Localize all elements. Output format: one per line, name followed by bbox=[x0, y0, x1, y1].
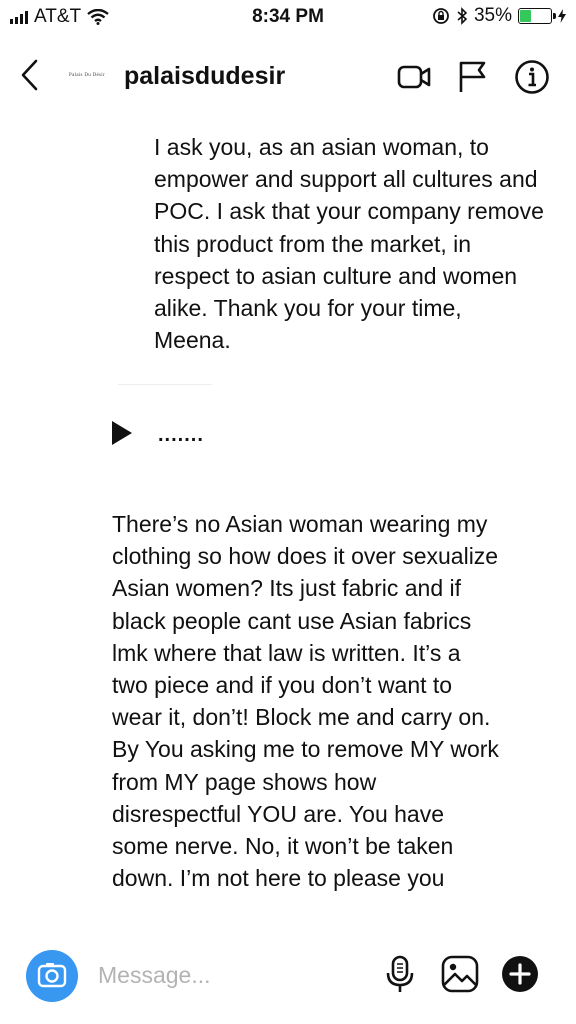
message-input[interactable]: Message... bbox=[98, 962, 211, 989]
divider bbox=[118, 384, 212, 385]
flag-icon[interactable] bbox=[454, 59, 490, 95]
message-composer: Message... bbox=[0, 938, 576, 1024]
battery-icon bbox=[518, 8, 556, 24]
play-icon[interactable] bbox=[112, 421, 132, 445]
video-call-icon[interactable] bbox=[396, 59, 432, 95]
outgoing-message-text[interactable]: I ask you, as an asian woman, to empower… bbox=[154, 131, 544, 356]
orientation-lock-icon bbox=[433, 8, 449, 24]
voice-message[interactable]: ....... bbox=[86, 408, 246, 456]
battery-percent: 35% bbox=[473, 5, 512, 26]
waveform-dots: ....... bbox=[158, 424, 204, 446]
profile-logo[interactable]: Palais Du Désir bbox=[64, 68, 110, 84]
charging-icon bbox=[558, 9, 566, 23]
camera-button[interactable] bbox=[26, 950, 78, 1002]
add-icon[interactable] bbox=[500, 954, 540, 994]
bluetooth-icon bbox=[457, 7, 468, 25]
camera-icon bbox=[37, 963, 67, 988]
gallery-icon[interactable] bbox=[440, 954, 480, 994]
back-chevron-icon[interactable] bbox=[16, 57, 46, 93]
status-right: 35% bbox=[432, 5, 566, 27]
incoming-message-text[interactable]: There’s no Asian woman wearing my clothi… bbox=[112, 508, 502, 894]
chat-header: Palais Du Désir palaisdudesir bbox=[0, 44, 576, 108]
info-icon[interactable] bbox=[514, 59, 550, 95]
microphone-icon[interactable] bbox=[380, 954, 420, 994]
chat-username[interactable]: palaisdudesir bbox=[124, 62, 285, 91]
status-bar: AT&T 8:34 PM 35% bbox=[0, 0, 576, 34]
